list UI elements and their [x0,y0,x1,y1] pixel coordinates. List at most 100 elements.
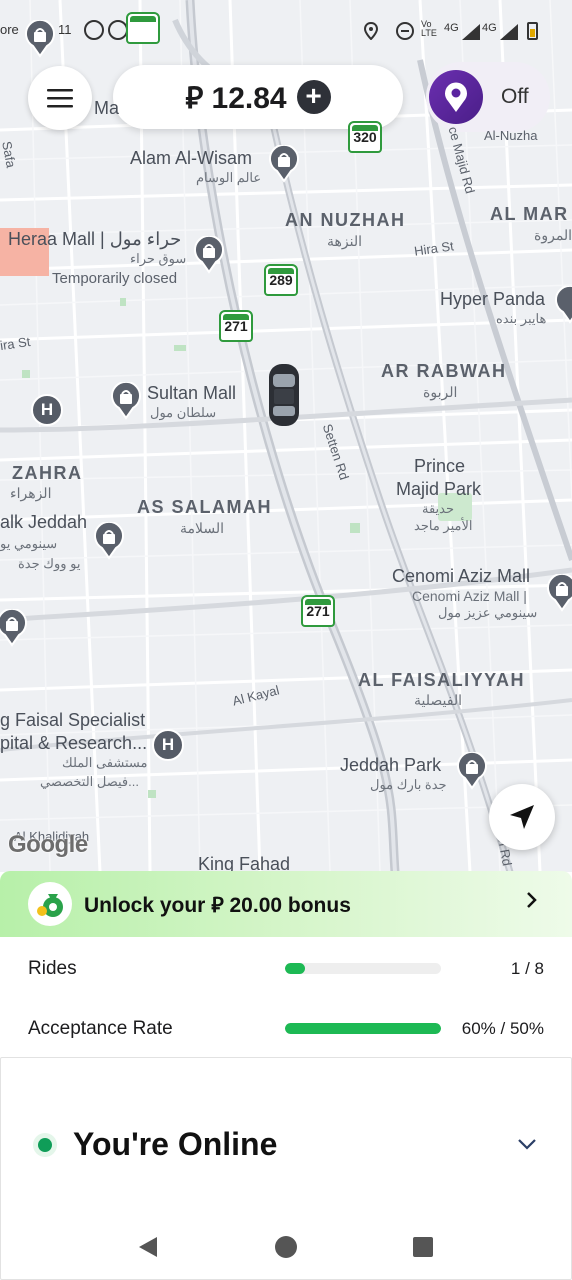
poi-label-ar: عالم الوسام [196,170,262,185]
add-funds-button[interactable]: + [296,80,331,114]
progress-label: Acceptance Rate [28,1018,173,1039]
poi-label-ar: سينومي عزيز مول [438,605,538,620]
shopping-pin-icon[interactable] [0,609,28,647]
route-shield-289: 289 [264,264,298,296]
area-label-ar: الفيصلية [414,692,462,708]
route-shield-271b: 271 [301,595,335,627]
bonus-banner[interactable]: Unlock your ⃁ 20.00 bonus [0,871,572,937]
back-icon[interactable] [136,1235,160,1259]
progress-value: 60% / 50% [461,1019,544,1038]
area-label: AL FAISALIYYAH [358,670,526,690]
system-nav-bar [0,1210,572,1280]
battery-icon [527,22,538,40]
poi-label: Majid Park [396,479,482,499]
hospital-pin-icon[interactable]: H [152,729,184,761]
poi-label: Cenomi Aziz Mall [392,566,531,586]
poi-label-ar: مستشفى الملك [62,755,148,770]
chevron-down-icon[interactable] [517,1138,537,1150]
poi-label: Prince [414,456,466,476]
hospital-pin-icon[interactable]: H [31,394,63,426]
bonus-text: Unlock your ⃁ 20.00 bonus [84,893,351,917]
poi-label: Sultan Mall [147,383,237,403]
poi-label-ar: سلطان مول [150,405,217,420]
poi-label-ar: جدة بارك مول [370,777,447,792]
progress-track [285,1023,441,1034]
toggle-label: Off [501,85,529,108]
status-left-text: ore [0,22,19,37]
progress-label: Rides [28,958,77,979]
location-icon [363,21,379,41]
recenter-button[interactable] [489,784,555,850]
poi-label: Heraa Mall | حراء مول [8,229,182,249]
wallet-balance-pill[interactable]: ⃁ 12.84 + [113,65,403,129]
progress-fill [285,963,305,974]
route-shield [126,12,160,44]
poi-label-ar: هايبر بنده [496,311,547,326]
map-view[interactable]: ore 11 Vo LTE 4G 4G ⃁ 12.84 + Off 320 28… [0,0,572,872]
shopping-pin-icon[interactable] [546,574,572,612]
poi-label: King Fahad [198,854,291,872]
poi-label: Hyper Panda [440,289,546,309]
wallet-balance: ⃁ 12.84 [185,81,287,115]
area-label-ar: النزهة [327,233,362,249]
status-time-fragment: 11 [58,22,72,37]
area-label: ZAHRA [12,463,83,483]
money-bag-icon [28,882,72,926]
online-indicator [38,1138,52,1152]
poi-label: Ma [94,98,120,118]
route-shield-320: 320 [348,121,382,153]
poi-label: Cenomi Aziz Mall | [412,588,527,604]
navigation-arrow-icon [510,805,534,829]
shopping-pin-icon[interactable] [24,20,56,58]
network-label: 4G [444,22,459,34]
area-label: AR RABWAH [381,361,507,381]
shopping-pin-icon[interactable] [456,752,488,790]
shopping-pin-icon[interactable] [93,522,125,560]
toggle-knob [429,70,483,124]
area-label-ar: الربوة [423,384,458,400]
poi-label-ar: سوق حراء [130,251,187,266]
poi-label: Jeddah Park [340,755,442,775]
online-status-text: You're Online [73,1126,278,1162]
progress-track [285,963,441,974]
poi-label-ar: حديقة [422,501,455,516]
google-logo: Google [8,831,88,858]
shopping-pin-icon[interactable] [554,286,572,324]
shopping-pin-icon[interactable] [193,236,225,274]
recents-icon[interactable] [412,1236,434,1258]
signal-icon [462,24,480,45]
home-icon[interactable] [274,1235,298,1259]
signal-icon-2 [500,24,518,45]
shopping-pin-icon[interactable] [268,145,300,183]
area-label-ar: الزهراء [10,485,52,501]
poi-label: pital & Research... [0,733,148,753]
network-label-2: 4G [482,22,497,34]
area-label-ar: المروة [534,227,572,243]
whatsapp-icon [108,20,128,40]
shopping-pin-icon[interactable] [110,382,142,420]
rides-progress-row: Rides 1 / 8 [0,948,572,988]
do-not-disturb-icon [396,22,414,40]
car-icon [269,364,299,426]
hamburger-icon [47,89,73,108]
poi-label-ar: سينومي يو [0,536,58,551]
area-label: AS SALAMAH [137,497,272,517]
chevron-right-icon [527,892,537,908]
progress-fill [285,1023,441,1034]
area-label: AL MAR [490,204,569,224]
poi-label: Alam Al-Wisam [130,148,253,168]
progress-value: 1 / 8 [510,959,544,978]
location-pin-icon [445,82,467,112]
poi-label: alk Jeddah [0,512,88,532]
menu-button[interactable] [28,66,92,130]
area-label-ar: السلامة [180,520,225,536]
route-shield-271: 271 [219,310,253,342]
whatsapp-icon [84,20,104,40]
online-status-toggle[interactable]: Off [426,62,550,132]
poi-label-ar: الأمير ماجد [414,518,473,533]
poi-status: Temporarily closed [52,270,178,287]
volte-label: Vo LTE [421,19,437,38]
acceptance-progress-row: Acceptance Rate 60% / 50% [0,1008,572,1048]
poi-label: g Faisal Specialist [0,710,146,730]
status-bar: ore 11 Vo LTE 4G 4G [0,0,572,41]
